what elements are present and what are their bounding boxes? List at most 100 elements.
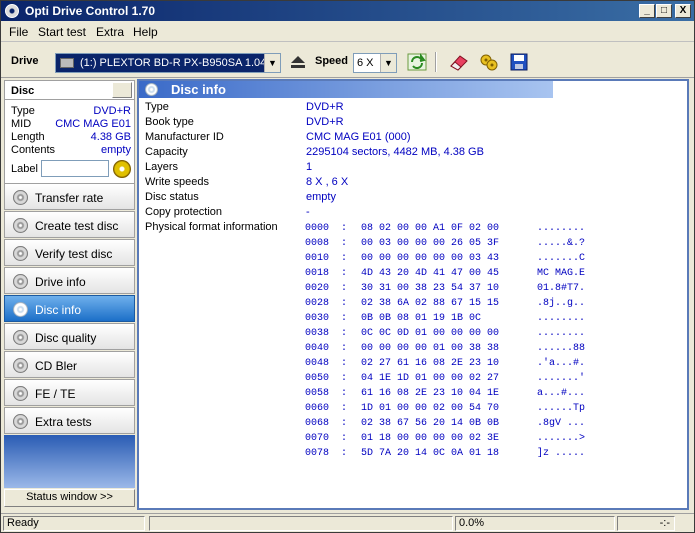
hex-bytes: 61 16 08 2E 23 10 04 1E [361, 388, 500, 399]
title-bar[interactable]: Opti Drive Control 1.70 _ □ X [1, 1, 694, 21]
status-window-button[interactable]: Status window >> [4, 489, 135, 507]
nav-label: Extra tests [35, 415, 92, 429]
hex-ascii: ......Tp [537, 403, 586, 414]
hex-ascii: .'a...#. [537, 358, 586, 369]
nav-fe-te[interactable]: FE / TE [4, 379, 135, 406]
toolbar-separator [435, 52, 437, 72]
refresh-icon [407, 53, 427, 71]
hex-ascii: .8gV ... [537, 418, 586, 429]
nav-disc-quality[interactable]: Disc quality [4, 323, 135, 350]
nav-disc-info[interactable]: Disc info [4, 295, 135, 322]
hex-row: 0078: 5D 7A 20 14 0C 0A 01 18]z ..... [305, 448, 685, 463]
eject-icon [291, 56, 305, 63]
chevron-down-icon[interactable]: ▼ [380, 54, 396, 72]
disc-icon [13, 302, 28, 317]
info-row: Book type DVD+R [145, 116, 675, 131]
hex-bytes: 02 27 61 16 08 2E 23 10 [361, 358, 500, 369]
drive-icon [60, 58, 74, 68]
info-row: Manufacturer ID CMC MAG E01 (000) [145, 131, 675, 146]
nav-label: Verify test disc [35, 247, 113, 261]
label-input[interactable] [41, 160, 109, 177]
info-key: Disc status [145, 191, 199, 203]
prop-value: CMC MAG E01 [55, 118, 131, 130]
hex-row: 0020: 30 31 00 38 23 54 37 10 01.8#T7. [305, 283, 685, 298]
nav-verify-test-disc[interactable]: Verify test disc [4, 239, 135, 266]
menu-help[interactable]: Help [133, 25, 158, 39]
hex-ascii: 01.8#T7. [537, 283, 586, 294]
hex-address: 0078 [305, 448, 330, 459]
hex-row: 0010: 00 00 00 00 00 00 03 43 .......C [305, 253, 685, 268]
refresh-button[interactable] [405, 51, 429, 73]
menu-extra[interactable]: Extra [96, 25, 124, 39]
hex-address: 0000 [305, 223, 330, 234]
menu-start-test[interactable]: Start test [38, 25, 86, 39]
close-button[interactable]: X [675, 4, 691, 18]
hex-ascii: .8j..g.. [537, 298, 586, 309]
disc-panel-toggle-button[interactable] [112, 82, 132, 98]
disc-icon [13, 330, 28, 345]
disc-app-icon [5, 4, 19, 18]
nav-transfer-rate[interactable]: Transfer rate [4, 183, 135, 210]
eraser-icon [450, 55, 468, 71]
hex-address: 0040 [305, 343, 330, 354]
floppy-save-icon [510, 53, 528, 71]
hex-colon: : [341, 298, 348, 309]
menu-bar: File Start test Extra Help [1, 22, 694, 42]
speed-select[interactable]: 6 X ▼ [353, 53, 397, 73]
hex-address: 0070 [305, 433, 330, 444]
status-bar: Ready 0.0% -:- [1, 513, 694, 532]
nav-create-test-disc[interactable]: Create test disc [4, 211, 135, 238]
prop-type: Type DVD+R [11, 105, 131, 118]
hex-bytes: 00 00 00 00 01 00 38 38 [361, 343, 500, 354]
hex-colon: : [341, 253, 348, 264]
menu-file[interactable]: File [9, 25, 28, 39]
hex-bytes: 04 1E 1D 01 00 00 02 27 [361, 373, 500, 384]
hex-bytes: 30 31 00 38 23 54 37 10 [361, 283, 500, 294]
info-key: Layers [145, 161, 179, 173]
hex-address: 0060 [305, 403, 330, 414]
hex-bytes: 02 38 6A 02 88 67 15 15 [361, 298, 500, 309]
hex-address: 0048 [305, 358, 330, 369]
save-button[interactable] [507, 51, 531, 73]
hex-colon: : [341, 343, 348, 354]
hex-colon: : [341, 358, 348, 369]
chevron-down-icon[interactable]: ▼ [264, 54, 280, 72]
hex-colon: : [341, 388, 348, 399]
info-row: Type DVD+R [145, 101, 675, 116]
info-key: Type [145, 101, 169, 113]
hex-colon: : [341, 373, 348, 384]
drive-select[interactable]: (1:) PLEXTOR BD-R PX-B950SA 1.04 ▼ [55, 53, 281, 73]
hex-row: 0058: 61 16 08 2E 23 10 04 1E a...#... [305, 388, 685, 403]
tools-button[interactable] [477, 51, 501, 73]
hex-colon: : [341, 268, 348, 279]
disc-icon [13, 190, 28, 205]
hex-ascii: ......88 [537, 343, 586, 354]
disc-icon [13, 246, 28, 261]
nav-label: Disc quality [35, 331, 97, 345]
disc-icon [13, 274, 28, 289]
status-text: Ready [3, 516, 145, 531]
nav-drive-info[interactable]: Drive info [4, 267, 135, 294]
info-row: Disc status empty [145, 191, 675, 206]
prop-value: empty [101, 144, 131, 156]
hex-address: 0028 [305, 298, 330, 309]
hex-row: 0060: 1D 01 00 00 02 00 54 70 ......Tp [305, 403, 685, 418]
nav-cd-bler[interactable]: CD Bler [4, 351, 135, 378]
hex-bytes: 00 03 00 00 00 26 05 3F [361, 238, 500, 249]
maximize-button[interactable]: □ [656, 4, 672, 18]
eject-button[interactable] [285, 51, 309, 73]
nav-extra-tests[interactable]: Extra tests [4, 407, 135, 434]
hex-row: 0028: 02 38 6A 02 88 67 15 15 .8j..g.. [305, 298, 685, 313]
erase-button[interactable] [447, 51, 471, 73]
hex-bytes: 08 02 00 00 A1 0F 02 00 [361, 223, 500, 234]
hex-colon: : [341, 283, 348, 294]
hex-row: 0038: 0C 0C 0D 01 00 00 00 00........ [305, 328, 685, 343]
hex-bytes: 0B 0B 08 01 19 1B 0C [361, 313, 482, 324]
hex-colon: : [341, 313, 348, 324]
minimize-button[interactable]: _ [639, 4, 655, 18]
hex-row: 0030: 0B 0B 08 01 19 1B 0C........ [305, 313, 685, 328]
disc-panel-title: Disc [11, 85, 35, 97]
cd-label-icon[interactable] [113, 160, 131, 178]
hex-bytes: 02 38 67 56 20 14 0B 0B [361, 418, 500, 429]
info-value: CMC MAG E01 (000) [306, 131, 411, 143]
